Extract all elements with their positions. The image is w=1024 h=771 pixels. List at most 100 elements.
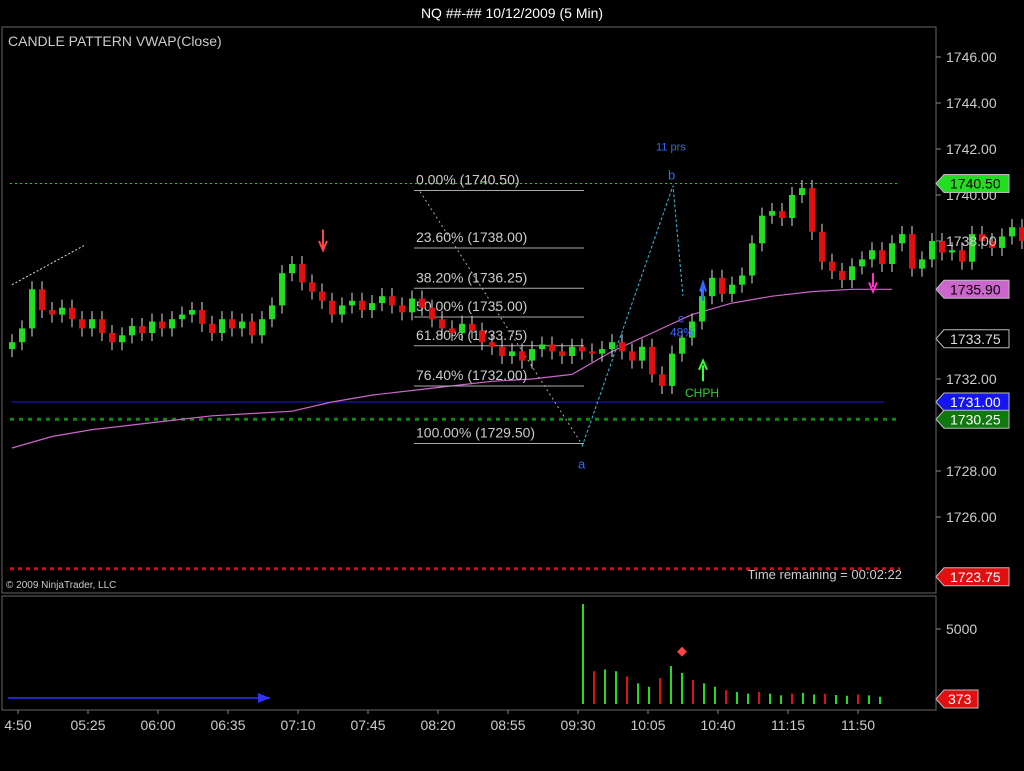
y-tick-label: 1728.00 xyxy=(946,463,997,479)
candle-body xyxy=(789,195,795,218)
candle-body xyxy=(379,296,385,304)
candle-body xyxy=(899,234,905,244)
candle-body xyxy=(359,300,365,310)
candle-body xyxy=(469,323,475,331)
candle-body xyxy=(549,344,555,352)
candle-body xyxy=(879,250,885,264)
x-tick-label: 08:55 xyxy=(490,717,525,733)
fib-level-label: 0.00% (1740.50) xyxy=(416,172,520,188)
candle-body xyxy=(889,243,895,264)
candle-body xyxy=(319,291,325,301)
candle-body xyxy=(909,234,915,269)
candle-body xyxy=(389,296,395,306)
candle-body xyxy=(819,231,825,262)
candle-body xyxy=(279,273,285,306)
candle-body xyxy=(129,326,135,336)
candle-body xyxy=(19,328,25,343)
candle-body xyxy=(729,284,735,294)
trend-line xyxy=(11,245,85,286)
candle-body xyxy=(249,321,255,336)
price-marker-label: 1730.25 xyxy=(950,411,1001,427)
price-chart[interactable]: CANDLE PATTERN VWAP(Close) © 2009 NinjaT… xyxy=(0,0,1024,771)
candle-body xyxy=(369,303,375,310)
candle-body xyxy=(459,323,465,333)
candle-body xyxy=(309,282,315,292)
candle-body xyxy=(499,346,505,356)
x-tick-label: 4:50 xyxy=(4,717,31,733)
candle-body xyxy=(339,305,345,315)
candle-body xyxy=(809,188,815,232)
candle-body xyxy=(559,351,565,356)
candle-body xyxy=(419,298,425,308)
candle-body xyxy=(529,349,535,361)
candle-body xyxy=(939,241,945,253)
price-marker-label: 1731.00 xyxy=(950,394,1001,410)
bar-count-label: 11 prs xyxy=(656,142,686,154)
candle-body xyxy=(929,241,935,260)
candle-body xyxy=(609,342,615,350)
candle-body xyxy=(399,305,405,313)
candle-body xyxy=(29,289,35,329)
retrace-pct-label: 48% xyxy=(670,326,694,340)
y-tick-label: 1742.00 xyxy=(946,141,997,157)
y-tick-label: 1744.00 xyxy=(946,95,997,111)
candle-body xyxy=(759,215,765,244)
candle-body xyxy=(109,333,115,343)
down-arrow-icon xyxy=(318,229,328,253)
volume-panel-border xyxy=(1,595,937,711)
candle-body xyxy=(779,211,785,218)
x-tick-label: 11:15 xyxy=(771,717,805,733)
up-arrow-icon xyxy=(698,358,708,382)
volume-signal-icon xyxy=(677,646,687,657)
candle-body xyxy=(239,321,245,329)
candle-body xyxy=(589,351,595,354)
candle-body xyxy=(149,321,155,333)
candle-body xyxy=(99,319,105,333)
fibonacci-retracement[interactable]: 0.00% (1740.50)23.60% (1738.00)38.20% (1… xyxy=(414,172,584,445)
candle-body xyxy=(919,259,925,269)
fib-level-label: 76.40% (1732.00) xyxy=(416,367,527,383)
pattern-label: CHPH xyxy=(685,386,719,400)
x-tick-label: 10:40 xyxy=(700,717,735,733)
volume-marker-label: 373 xyxy=(948,691,972,707)
price-marker-label: 1735.90 xyxy=(950,281,1001,297)
candle-body xyxy=(859,259,865,267)
candle-body xyxy=(299,264,305,283)
candle-body xyxy=(839,270,845,281)
price-marker-label: 1733.75 xyxy=(950,331,1001,347)
x-tick-label: 09:30 xyxy=(560,717,595,733)
candle-body xyxy=(269,305,275,320)
candle-body xyxy=(429,307,435,320)
candle-body xyxy=(849,266,855,281)
candle-body xyxy=(69,307,75,320)
candle-body xyxy=(579,346,585,352)
x-tick-label: 05:25 xyxy=(70,717,105,733)
candle-body xyxy=(49,310,55,315)
candle-body xyxy=(519,351,525,361)
candle-body xyxy=(869,250,875,260)
candle-body xyxy=(539,344,545,350)
label-a: a xyxy=(578,457,586,472)
x-tick-label: 07:10 xyxy=(280,717,315,733)
candle-body xyxy=(139,326,145,333)
candle-body xyxy=(959,250,965,262)
candle-body xyxy=(829,261,835,271)
abc-swing-path xyxy=(581,185,684,447)
candle-body xyxy=(1009,227,1015,237)
candle-body xyxy=(619,342,625,352)
candle-body xyxy=(509,351,515,356)
candle-body xyxy=(329,300,335,315)
candle-body xyxy=(9,342,15,350)
candle-body xyxy=(479,330,485,343)
candle-body xyxy=(439,319,445,329)
candle-body xyxy=(259,319,265,336)
candle-body xyxy=(79,319,85,329)
candle-body xyxy=(349,300,355,306)
volume-series: 5000 373 xyxy=(8,604,979,709)
candle-body xyxy=(229,319,235,329)
candle-body xyxy=(119,335,125,343)
x-tick-label: 06:00 xyxy=(140,717,175,733)
candle-body xyxy=(749,243,755,276)
candle-body xyxy=(39,289,45,310)
copyright-text: © 2009 NinjaTrader, LLC xyxy=(6,580,116,591)
